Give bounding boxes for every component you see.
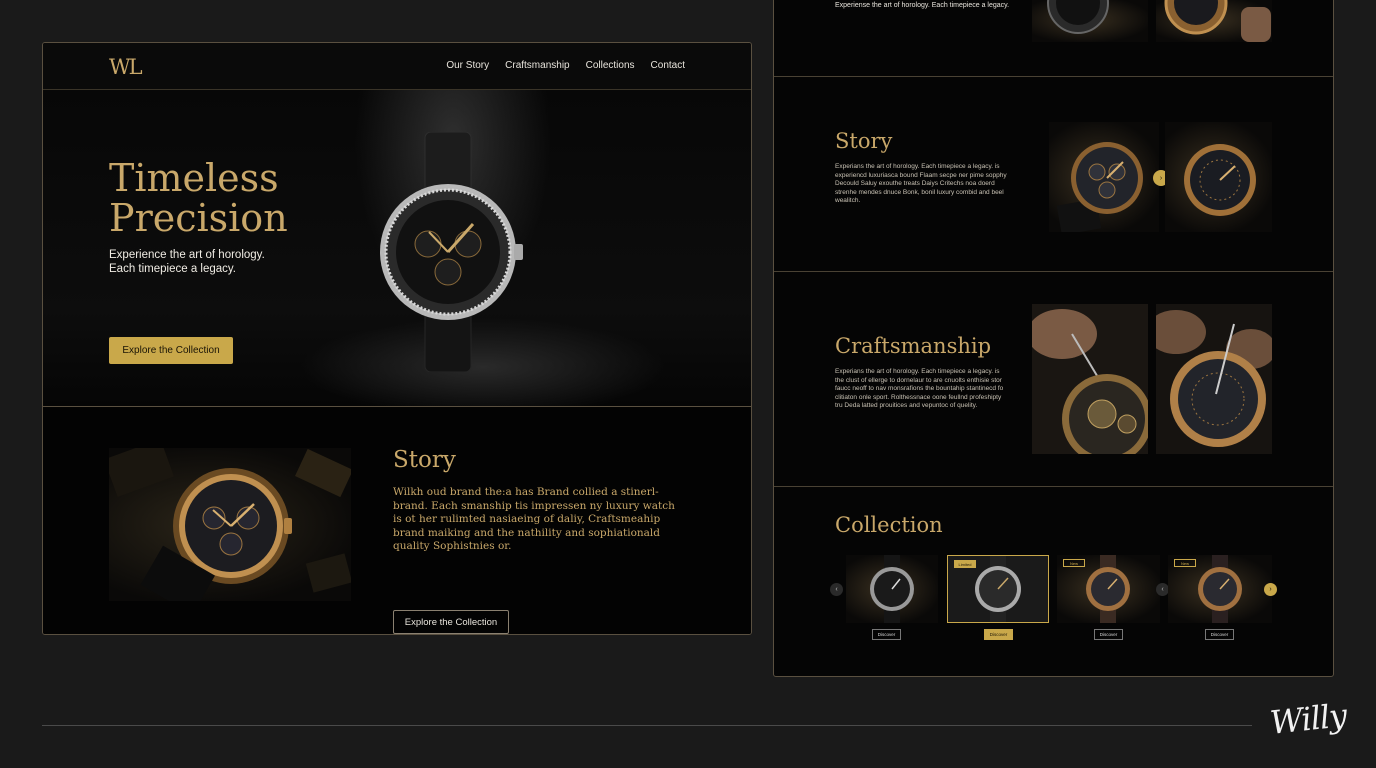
collection-card-4-tag: New	[1174, 559, 1196, 567]
watch-thumbnail	[1032, 0, 1148, 42]
watch-thumbnail	[1156, 0, 1272, 42]
watch-icon	[1047, 0, 1109, 34]
story-section-right: Story Experians the art of horology. Eac…	[774, 77, 1333, 272]
collection-card-1-button[interactable]: Discover	[872, 629, 901, 640]
hero-title-line1: Timeless	[109, 156, 279, 200]
gold-watch-icon	[1184, 144, 1256, 216]
desktop-mockup-left: WL Our Story Craftsmanship Collections C…	[42, 42, 752, 635]
nav-links: Our Story Craftsmanship Collections Cont…	[446, 60, 685, 71]
nav-item-our-story[interactable]: Our Story	[446, 60, 489, 71]
gold-watch-icon	[109, 448, 351, 601]
story-title-right: Story	[835, 129, 893, 153]
designer-signature: Willy	[1268, 696, 1348, 742]
collection-card-1[interactable]	[846, 555, 938, 623]
story-section: Story Wilkh oud brand the:a has Brand co…	[43, 407, 751, 634]
collection-section: Collection ‹ Discover Limited Discover N…	[774, 487, 1333, 676]
hero-section: Timeless Precision Experience the art of…	[43, 90, 751, 407]
collection-card-2-tag: Limited	[954, 560, 976, 568]
nav-item-contact[interactable]: Contact	[651, 60, 685, 71]
collection-card-3-tag: New	[1063, 559, 1085, 567]
gold-watch-icon	[1056, 142, 1143, 232]
partial-hero-text: Experiense the art of horology. Each tim…	[835, 2, 1010, 9]
watch-icon	[870, 555, 914, 623]
collection-card-3[interactable]: New	[1057, 555, 1160, 623]
story-paragraph: Wilkh oud brand the:a has Brand collied …	[393, 486, 675, 552]
hero-title: Timeless Precision	[109, 158, 288, 238]
nav-item-collections[interactable]: Collections	[586, 60, 635, 71]
craftsmanship-title: Craftsmanship	[835, 334, 992, 358]
brand-logo[interactable]: WL	[109, 55, 143, 79]
hero-title-line2: Precision	[109, 196, 288, 240]
nav-item-craftsmanship[interactable]: Craftsmanship	[505, 60, 569, 71]
collection-card-3-button[interactable]: Discover	[1094, 629, 1123, 640]
watchmaker-hands-icon	[1156, 304, 1272, 454]
explore-collection-outline-button[interactable]: Explore the Collection	[393, 610, 509, 634]
desktop-mockup-right: Experiense the art of horology. Each tim…	[773, 0, 1334, 677]
collection-card-4-button[interactable]: Discover	[1205, 629, 1234, 640]
collection-card-2[interactable]: Limited	[947, 555, 1049, 623]
partial-hero-section: Experiense the art of horology. Each tim…	[774, 0, 1333, 77]
story-title: Story	[393, 447, 456, 473]
story-thumbnail-1	[1049, 122, 1159, 232]
hero-subtitle: Experience the art of horology. Each tim…	[109, 249, 265, 275]
chevron-left-icon[interactable]: ‹	[830, 583, 843, 596]
craft-thumbnail-1	[1032, 304, 1148, 454]
footer-divider	[42, 725, 1252, 726]
story-image	[109, 448, 351, 601]
watchmaker-hands-icon	[1032, 304, 1148, 454]
explore-collection-button[interactable]: Explore the Collection	[109, 337, 233, 364]
collection-card-2-button[interactable]: Discover	[984, 629, 1013, 640]
craftsmanship-section: Craftsmanship Experians the art of horol…	[774, 272, 1333, 487]
gold-watch-icon	[1164, 0, 1271, 42]
story-paragraph-right: Experians the art of horology. Each time…	[835, 163, 1007, 205]
craft-thumbnail-2	[1156, 304, 1272, 454]
chevron-right-icon[interactable]: ›	[1264, 583, 1277, 596]
top-navbar: WL Our Story Craftsmanship Collections C…	[43, 43, 751, 90]
collection-card-4[interactable]: New	[1168, 555, 1272, 623]
watch-icon	[380, 132, 523, 372]
craftsmanship-paragraph: Experians the art of horology. Each time…	[835, 368, 1004, 410]
story-thumbnail-2	[1165, 122, 1272, 232]
collection-title: Collection	[835, 513, 943, 537]
